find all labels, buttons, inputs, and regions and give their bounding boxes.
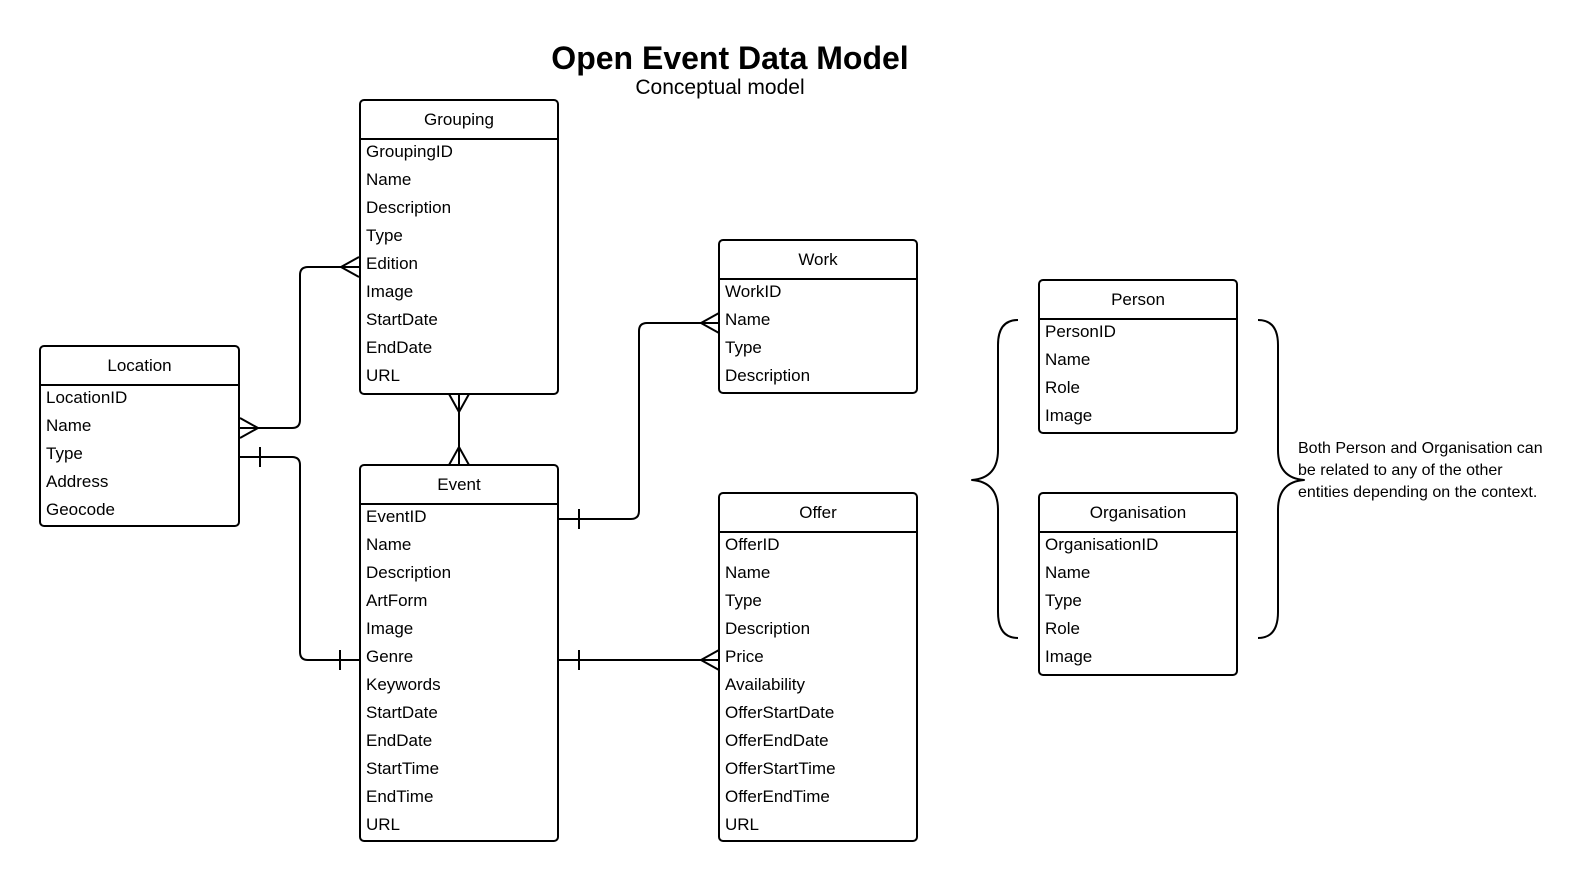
entity-attribute: EndTime [366, 787, 434, 806]
entity-attribute: OfferStartTime [725, 759, 836, 778]
entity-person[interactable]: Person PersonID Name Role Image [1038, 279, 1238, 434]
entity-attribute: Name [1045, 563, 1091, 582]
entity-attribute: OfferEndTime [725, 787, 830, 806]
entity-attribute: StartDate [366, 310, 438, 329]
entity-attribute: EndDate [366, 731, 433, 750]
entity-attributes: GroupingID Name Description Type Edition Imag… [361, 140, 557, 392]
entity-attribute: URL [366, 366, 401, 385]
entity-attribute: Name [366, 535, 412, 554]
entity-attribute: URL [725, 815, 760, 834]
context-note: Both Person and Organisation can be rela… [1298, 440, 1543, 501]
entity-organisation[interactable]: Organisation OrganisationID Name Type Role I… [1038, 492, 1238, 676]
entity-attribute: URL [366, 815, 401, 834]
entity-attribute: Role [1045, 378, 1080, 397]
entity-attribute: Keywords [366, 675, 441, 694]
entity-attribute: Name [1045, 350, 1091, 369]
entity-attribute: Type [46, 444, 83, 463]
diagram-canvas: Open Event Data Model Conceptual model G… [0, 0, 1571, 884]
entity-attribute: Role [1045, 619, 1080, 638]
entity-header: Grouping [361, 101, 557, 140]
entity-attribute: Geocode [46, 500, 115, 519]
entity-offer[interactable]: Offer OfferID Name Type Description Price Ava… [718, 492, 918, 842]
entity-attribute: Name [725, 563, 771, 582]
entity-header: Person [1040, 281, 1236, 320]
entity-header: Location [41, 347, 238, 386]
entity-attribute: StartTime [366, 759, 440, 778]
entity-attribute: Description [366, 563, 452, 582]
rel-location-grouping [240, 266, 359, 429]
entity-attribute: OfferID [725, 535, 780, 554]
entity-attributes: LocationID Name Type Address Geocode [41, 386, 238, 526]
entity-attribute: StartDate [366, 703, 438, 722]
entity-attribute: Edition [366, 254, 418, 273]
entity-header: Offer [720, 494, 916, 533]
entity-attributes: OrganisationID Name Type Role Image [1040, 533, 1236, 673]
entity-attribute: Name [366, 170, 412, 189]
rel-location-event [240, 456, 359, 661]
entity-attribute: OrganisationID [1045, 535, 1159, 554]
entity-attribute: LocationID [46, 388, 128, 407]
entity-attribute: Genre [366, 647, 414, 666]
entity-attribute: OfferEndDate [725, 731, 829, 750]
entity-attribute: Type [725, 338, 762, 357]
entity-attribute: Address [46, 472, 109, 491]
entity-attribute: Availability [725, 675, 806, 694]
entity-attribute: Name [46, 416, 92, 435]
entity-attributes: EventID Name Description ArtForm Image Genre K… [361, 505, 557, 841]
entity-event[interactable]: Event EventID Name Description ArtForm Image… [359, 464, 559, 842]
entity-attribute: Price [725, 647, 764, 666]
entity-attribute: Type [1045, 591, 1082, 610]
entity-attribute: ArtForm [366, 591, 428, 610]
entity-attribute: Description [725, 619, 811, 638]
entity-header: Organisation [1040, 494, 1236, 533]
entity-attribute: PersonID [1045, 322, 1116, 341]
entity-header: Event [361, 466, 557, 505]
entity-attribute: Image [1045, 647, 1093, 666]
entity-attribute: Description [366, 198, 452, 217]
entity-attribute: EndDate [366, 338, 433, 357]
entity-header: Work [720, 241, 916, 280]
entity-attribute: Image [366, 282, 414, 301]
entity-attribute: Name [725, 310, 771, 329]
entity-attributes: PersonID Name Role Image [1040, 320, 1236, 432]
entity-attribute: Image [366, 619, 414, 638]
entity-attribute: Type [725, 591, 762, 610]
entity-attribute: Type [366, 226, 403, 245]
rel-event-work [559, 322, 719, 520]
entity-attribute: EventID [366, 507, 427, 526]
entity-attribute: Image [1045, 406, 1093, 425]
entity-attribute: Description [725, 366, 811, 385]
entity-work[interactable]: Work WorkID Name Type Description [718, 239, 918, 394]
entity-attributes: OfferID Name Type Description Price Availabil… [720, 533, 916, 841]
entity-attribute: OfferStartDate [725, 703, 835, 722]
entity-attribute: WorkID [725, 282, 782, 301]
entity-attribute: GroupingID [366, 142, 453, 161]
entity-grouping[interactable]: Grouping GroupingID Name Description Type Ed… [359, 99, 559, 395]
entity-attributes: WorkID Name Type Description [720, 280, 916, 392]
entity-location[interactable]: Location LocationID Name Type Address Geocod… [39, 345, 240, 527]
left-brace [971, 319, 1019, 639]
